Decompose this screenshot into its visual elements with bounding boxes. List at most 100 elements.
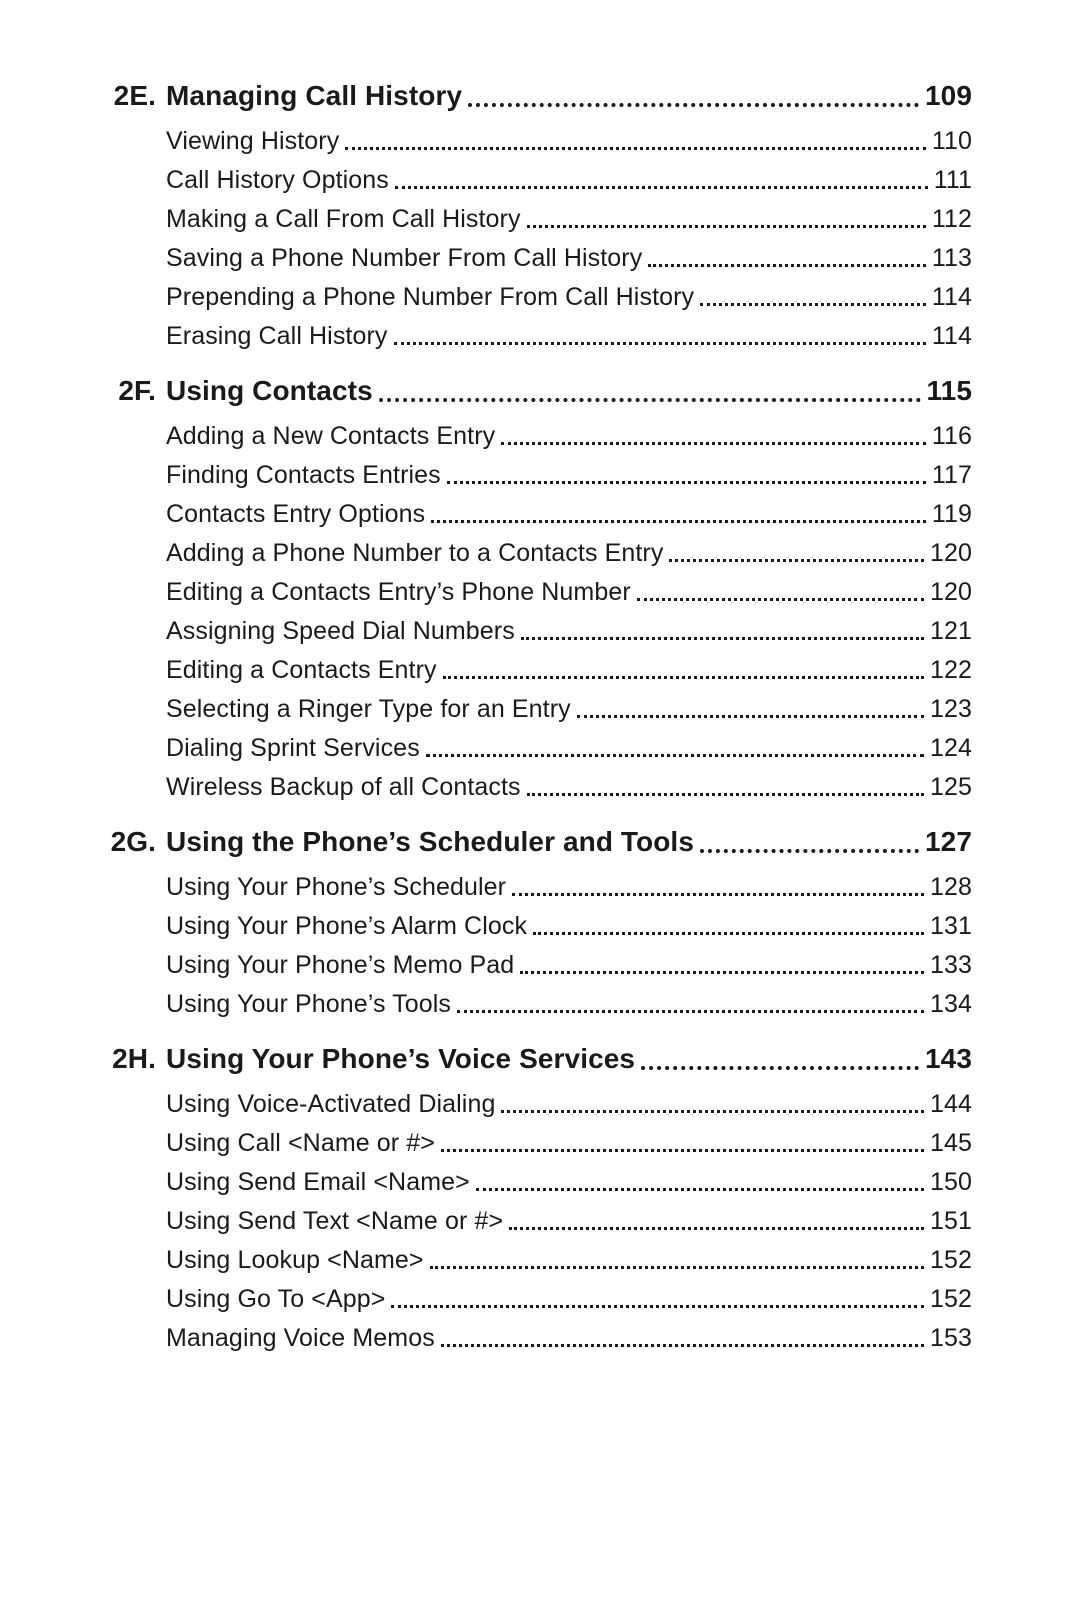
toc-item[interactable]: Adding a New Contacts Entry116 xyxy=(166,424,972,449)
toc-item-title: Using Call <Name or #> xyxy=(166,1131,435,1156)
toc-item[interactable]: Using Your Phone’s Memo Pad 133 xyxy=(166,953,972,978)
toc-item-title: Using Send Email <Name> xyxy=(166,1170,470,1195)
leader-dots xyxy=(476,1176,924,1192)
toc-item[interactable]: Selecting a Ringer Type for an Entry123 xyxy=(166,697,972,722)
toc-item-title: Editing a Contacts Entry’s Phone Number xyxy=(166,580,631,605)
leader-dots xyxy=(345,135,926,151)
toc-item-page: 153 xyxy=(930,1326,972,1351)
toc-item-page: 114 xyxy=(932,324,972,349)
leader-dots xyxy=(527,213,926,229)
toc-item-page: 124 xyxy=(930,736,972,761)
toc-item-page: 133 xyxy=(930,953,972,978)
toc-item[interactable]: Using Lookup <Name> 152 xyxy=(166,1248,972,1273)
toc-item[interactable]: Assigning Speed Dial Numbers121 xyxy=(166,619,972,644)
toc-item-page: 121 xyxy=(930,619,972,644)
toc-item[interactable]: Using Your Phone’s Scheduler128 xyxy=(166,875,972,900)
toc-item[interactable]: Viewing History 110 xyxy=(166,129,972,154)
toc-item[interactable]: Contacts Entry Options119 xyxy=(166,502,972,527)
toc-section: 2E. Managing Call History 109 Viewing Hi… xyxy=(100,78,972,349)
leader-dots xyxy=(430,1254,924,1270)
toc-item-list: Using Voice-Activated Dialing 144 Using C… xyxy=(166,1092,972,1351)
leader-dots xyxy=(669,547,924,563)
toc-section-heading[interactable]: 2H. Using Your Phone’s Voice Services 14… xyxy=(100,1041,972,1076)
leader-dots xyxy=(577,703,924,719)
leader-dots xyxy=(700,291,926,307)
toc-section-heading[interactable]: 2F. Using Contacts 115 xyxy=(100,373,972,408)
toc-item-title: Dialing Sprint Services xyxy=(166,736,420,761)
toc-item[interactable]: Adding a Phone Number to a Contacts Entr… xyxy=(166,541,972,566)
toc-item-page: 144 xyxy=(930,1092,972,1117)
toc-item-title: Prepending a Phone Number From Call Hist… xyxy=(166,285,694,310)
toc-item[interactable]: Using Go To <App>152 xyxy=(166,1287,972,1312)
toc-item-title: Using Your Phone’s Alarm Clock xyxy=(166,914,527,939)
toc-item-page: 122 xyxy=(930,658,972,683)
toc-item-page: 123 xyxy=(930,697,972,722)
toc-item-title: Using Lookup <Name> xyxy=(166,1248,424,1273)
toc-section-heading[interactable]: 2E. Managing Call History 109 xyxy=(100,78,972,113)
toc-item-page: 114 xyxy=(932,285,972,310)
leader-dots xyxy=(457,998,924,1014)
leader-dots xyxy=(520,959,924,975)
section-id: 2H. xyxy=(100,1041,166,1076)
toc-item-title: Making a Call From Call History xyxy=(166,207,521,232)
toc-section: 2F. Using Contacts 115 Adding a New Cont… xyxy=(100,373,972,800)
toc-item[interactable]: Dialing Sprint Services 124 xyxy=(166,736,972,761)
toc-item-title: Managing Voice Memos xyxy=(166,1326,435,1351)
toc-item-title: Erasing Call History xyxy=(166,324,388,349)
toc-item[interactable]: Using Send Email <Name> 150 xyxy=(166,1170,972,1195)
toc-item[interactable]: Finding Contacts Entries117 xyxy=(166,463,972,488)
leader-dots xyxy=(648,252,926,268)
section-page: 115 xyxy=(927,373,972,408)
toc-item-page: 110 xyxy=(932,129,972,154)
leader-dots xyxy=(700,834,919,853)
toc-item-title: Using Your Phone’s Tools xyxy=(166,992,451,1017)
toc-item-title: Viewing History xyxy=(166,129,339,154)
toc-item-page: 111 xyxy=(934,168,972,193)
toc-item-list: Viewing History 110 Call History Options1… xyxy=(166,129,972,349)
toc-section: 2H. Using Your Phone’s Voice Services 14… xyxy=(100,1041,972,1351)
toc-item-page: 117 xyxy=(932,463,972,488)
toc-item[interactable]: Prepending a Phone Number From Call Hist… xyxy=(166,285,972,310)
toc-item-title: Using Send Text <Name or #> xyxy=(166,1209,503,1234)
toc-item-page: 145 xyxy=(930,1131,972,1156)
leader-dots xyxy=(441,1137,924,1153)
toc-item[interactable]: Making a Call From Call History 112 xyxy=(166,207,972,232)
toc-item[interactable]: Managing Voice Memos 153 xyxy=(166,1326,972,1351)
leader-dots xyxy=(512,881,924,897)
leader-dots xyxy=(521,625,924,641)
toc-item[interactable]: Using Your Phone’s Alarm Clock131 xyxy=(166,914,972,939)
leader-dots xyxy=(379,383,921,402)
toc-item[interactable]: Editing a Contacts Entry 122 xyxy=(166,658,972,683)
toc-item-page: 120 xyxy=(930,541,972,566)
toc-item-title: Saving a Phone Number From Call History xyxy=(166,246,642,271)
leader-dots xyxy=(468,88,919,107)
leader-dots xyxy=(533,920,924,936)
leader-dots xyxy=(501,1098,924,1114)
toc-item-title: Using Your Phone’s Memo Pad xyxy=(166,953,514,978)
toc-item-title: Using Voice-Activated Dialing xyxy=(166,1092,495,1117)
toc-item[interactable]: Erasing Call History 114 xyxy=(166,324,972,349)
toc-item[interactable]: Saving a Phone Number From Call History1… xyxy=(166,246,972,271)
toc-item[interactable]: Using Send Text <Name or #> 151 xyxy=(166,1209,972,1234)
toc-item-page: 150 xyxy=(930,1170,972,1195)
toc-item[interactable]: Wireless Backup of all Contacts125 xyxy=(166,775,972,800)
toc-item[interactable]: Call History Options111 xyxy=(166,168,972,193)
toc-item[interactable]: Using Call <Name or #> 145 xyxy=(166,1131,972,1156)
toc-item-page: 152 xyxy=(930,1248,972,1273)
toc-item-page: 112 xyxy=(932,207,972,232)
toc-section-heading[interactable]: 2G. Using the Phone’s Scheduler and Tool… xyxy=(100,824,972,859)
toc-item-page: 151 xyxy=(930,1209,972,1234)
section-title: Using Contacts xyxy=(166,373,373,408)
leader-dots xyxy=(509,1215,924,1231)
toc-item-title: Adding a Phone Number to a Contacts Entr… xyxy=(166,541,663,566)
toc-page: 2E. Managing Call History 109 Viewing Hi… xyxy=(0,0,1080,1620)
toc-item[interactable]: Editing a Contacts Entry’s Phone Number1… xyxy=(166,580,972,605)
toc-item-page: 116 xyxy=(932,424,972,449)
toc-item[interactable]: Using Voice-Activated Dialing 144 xyxy=(166,1092,972,1117)
section-id: 2G. xyxy=(100,824,166,859)
leader-dots xyxy=(637,586,924,602)
toc-section: 2G. Using the Phone’s Scheduler and Tool… xyxy=(100,824,972,1017)
toc-item[interactable]: Using Your Phone’s Tools134 xyxy=(166,992,972,1017)
toc-item-title: Editing a Contacts Entry xyxy=(166,658,437,683)
section-page: 109 xyxy=(925,78,972,113)
